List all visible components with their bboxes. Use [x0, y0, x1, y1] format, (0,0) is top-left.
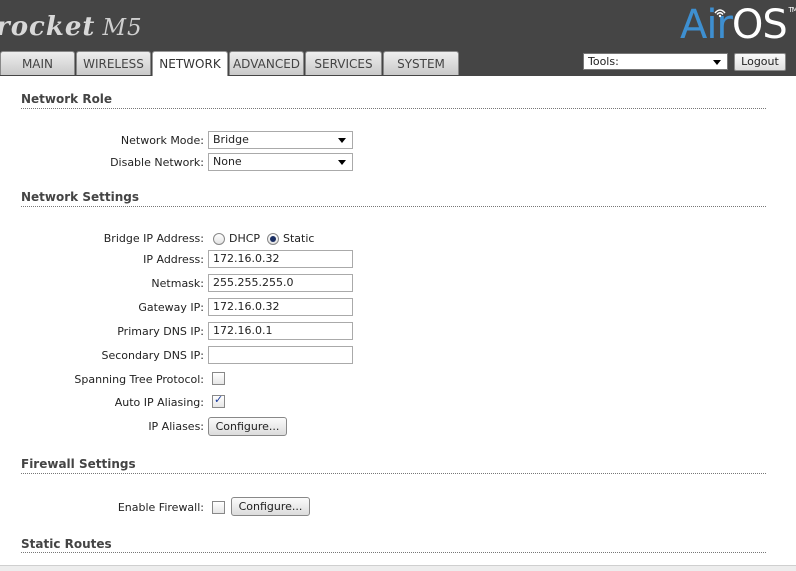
network-mode-label: Network Mode: — [120, 134, 204, 147]
disable-network-value: None — [213, 155, 242, 168]
logout-button[interactable]: Logout — [734, 53, 786, 71]
ip-aliases-label: IP Aliases: — [148, 420, 204, 433]
static-routes-title: Static Routes — [21, 537, 112, 551]
disable-network-select[interactable]: None — [208, 153, 353, 171]
airos-logo-suffix: OS — [731, 2, 788, 48]
static-radio-label: Static — [283, 232, 315, 245]
chevron-down-icon — [713, 60, 721, 65]
header-bar: rocket M5 AirOS TM MAIN WIRELESS NETWORK A… — [0, 0, 796, 76]
network-mode-select[interactable]: Bridge — [208, 131, 353, 149]
tab-main[interactable]: MAIN — [0, 51, 75, 75]
section-divider — [21, 108, 766, 109]
dhcp-radio[interactable] — [213, 233, 225, 245]
product-model: M5 — [102, 15, 143, 41]
tab-wireless[interactable]: WIRELESS — [76, 51, 151, 75]
ip-address-label: IP Address: — [143, 253, 204, 266]
disable-network-label: Disable Network: — [110, 156, 204, 169]
ip-address-input[interactable]: 172.16.0.32 — [208, 250, 353, 268]
enable-firewall-checkbox[interactable] — [212, 501, 225, 514]
section-divider — [21, 552, 766, 553]
tab-network[interactable]: NETWORK — [152, 51, 228, 76]
network-settings-title: Network Settings — [21, 190, 139, 204]
primary-dns-label: Primary DNS IP: — [117, 325, 204, 338]
spanning-tree-label: Spanning Tree Protocol: — [74, 373, 204, 386]
chevron-down-icon — [338, 160, 346, 165]
tab-system[interactable]: SYSTEM — [383, 51, 459, 75]
firewall-settings-title: Firewall Settings — [21, 457, 136, 471]
tab-advanced[interactable]: ADVANCED — [229, 51, 304, 75]
tab-services[interactable]: SERVICES — [305, 51, 382, 75]
ip-aliases-configure-button[interactable]: Configure... — [208, 417, 287, 436]
chevron-down-icon — [338, 138, 346, 143]
firewall-configure-button[interactable]: Configure... — [231, 497, 310, 516]
trademark-mark: TM — [788, 6, 796, 14]
horizontal-scrollbar[interactable] — [0, 565, 796, 571]
gateway-ip-label: Gateway IP: — [138, 301, 204, 314]
section-divider — [21, 206, 766, 207]
secondary-dns-input[interactable] — [208, 346, 353, 364]
auto-ip-aliasing-label: Auto IP Aliasing: — [114, 396, 204, 409]
section-divider — [21, 473, 766, 474]
dhcp-radio-label: DHCP — [229, 232, 261, 245]
bridge-ip-label: Bridge IP Address: — [103, 232, 204, 245]
wifi-signal-icon — [714, 9, 726, 18]
network-mode-value: Bridge — [213, 133, 249, 146]
enable-firewall-label: Enable Firewall: — [117, 501, 204, 514]
airos-logo: AirOS TM — [680, 2, 796, 48]
tools-select[interactable]: Tools: — [583, 53, 728, 70]
network-role-title: Network Role — [21, 92, 113, 106]
auto-ip-aliasing-checkbox[interactable] — [212, 393, 225, 408]
tools-select-value: Tools: — [588, 55, 619, 68]
gateway-ip-input[interactable]: 172.16.0.32 — [208, 298, 353, 316]
product-logo: rocket M5 — [0, 12, 143, 42]
static-radio[interactable] — [267, 233, 279, 245]
netmask-label: Netmask: — [151, 277, 204, 290]
spanning-tree-checkbox[interactable] — [212, 372, 225, 385]
netmask-input[interactable]: 255.255.255.0 — [208, 274, 353, 292]
product-brand: rocket — [0, 12, 96, 42]
secondary-dns-label: Secondary DNS IP: — [101, 349, 204, 362]
primary-dns-input[interactable]: 172.16.0.1 — [208, 322, 353, 340]
